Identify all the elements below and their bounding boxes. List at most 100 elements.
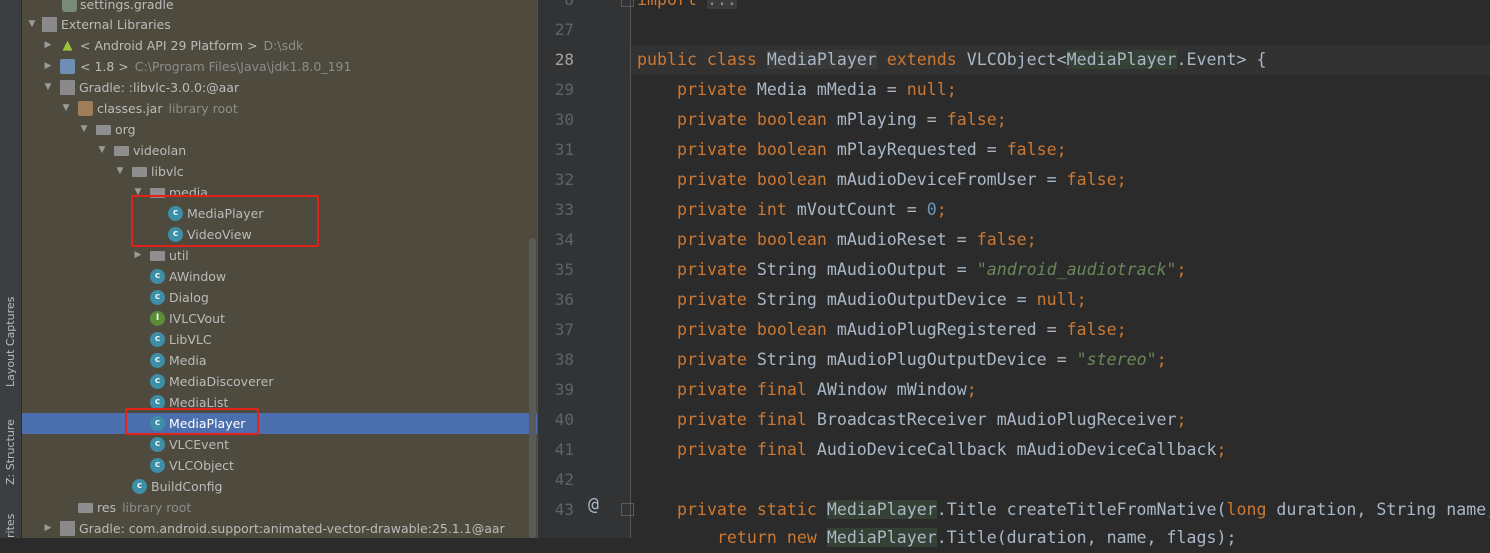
code-line-field[interactable]: private Media mMedia = null;	[637, 75, 957, 105]
package-icon	[96, 125, 111, 135]
line-number: 42	[554, 470, 574, 489]
chevron-down-icon[interactable]: ▼	[78, 119, 90, 140]
android-icon: ▲	[62, 38, 73, 53]
library-icon	[60, 521, 75, 536]
line-number: 34	[554, 230, 574, 249]
line-number: 8	[538, 0, 574, 15]
code-line-field[interactable]: private final BroadcastReceiver mAudioPl…	[637, 405, 1187, 435]
tree-row-videolan[interactable]: ▼ videolan	[22, 140, 537, 161]
code-line-class-decl[interactable]: public class MediaPlayer extends VLCObje…	[637, 45, 1266, 75]
line-number: 43	[554, 500, 574, 519]
code-line-field[interactable]: private boolean mAudioDeviceFromUser = f…	[637, 165, 1127, 195]
line-number: 38	[554, 350, 574, 369]
code-line-field[interactable]: private String mAudioOutputDevice = null…	[637, 285, 1087, 315]
tree-row-vlcevent[interactable]: c VLCEvent	[22, 434, 537, 455]
library-icon	[60, 80, 75, 95]
tree-row-android-api[interactable]: ▶ ▲ < Android API 29 Platform > D:\sdk	[22, 35, 537, 56]
tree-row-jdk[interactable]: ▶ < 1.8 > C:\Program Files\Java\jdk1.8.0_…	[22, 56, 537, 77]
structure-tab[interactable]: Z: Structure	[1, 405, 21, 485]
code-line-field[interactable]: private int mVoutCount = 0;	[637, 195, 947, 225]
tree-row-buildconfig[interactable]: c BuildConfig	[22, 476, 537, 497]
abstract-class-icon: c	[150, 290, 165, 305]
chevron-right-icon[interactable]: ▶	[42, 35, 54, 56]
class-icon: c	[150, 374, 165, 389]
line-number: 39	[554, 380, 574, 399]
code-line-field[interactable]: private String mAudioOutput = "android_a…	[637, 255, 1187, 285]
annotation-box-mediaplayer	[125, 408, 259, 435]
chevron-right-icon[interactable]: ▶	[42, 518, 54, 538]
jdk-folder-icon	[60, 59, 75, 74]
folded-region[interactable]: ...	[706, 0, 737, 9]
line-number: 41	[554, 440, 574, 459]
chevron-down-icon[interactable]: ▼	[26, 14, 38, 35]
gradle-file-icon	[62, 0, 77, 12]
chevron-down-icon[interactable]: ▼	[114, 161, 126, 182]
tree-row-medialist[interactable]: c MediaList	[22, 392, 537, 413]
code-line-field[interactable]: private final AWindow mWindow;	[637, 375, 977, 405]
tree-row-gradle-libvlc[interactable]: ▼ Gradle: :libvlc-3.0.0:@aar	[22, 77, 537, 98]
tree-row-vlcobject[interactable]: c VLCObject	[22, 455, 537, 476]
line-number: 40	[554, 410, 574, 429]
class-icon: c	[150, 437, 165, 452]
tree-row-org[interactable]: ▼ org	[22, 119, 537, 140]
code-line-field[interactable]: private boolean mAudioReset = false;	[637, 225, 1037, 255]
layout-captures-tab[interactable]: Layout Captures	[1, 282, 21, 387]
folder-icon	[78, 503, 93, 513]
class-icon: c	[150, 269, 165, 284]
line-number: 35	[554, 260, 574, 279]
line-number: 37	[554, 320, 574, 339]
tool-window-strip: Layout Captures Z: Structure rites	[0, 0, 22, 538]
tree-row-settings-gradle[interactable]: settings.gradle	[22, 0, 537, 15]
tree-row-mediaplayer-selected[interactable]: c MediaPlayer	[22, 413, 537, 434]
line-number: 31	[554, 140, 574, 159]
code-line-import[interactable]: import ...	[637, 0, 737, 15]
code-line-return[interactable]: return new MediaPlayer.Title(duration, n…	[637, 523, 1236, 553]
class-icon: c	[150, 332, 165, 347]
tree-row-libvlc[interactable]: ▼ libvlc	[22, 161, 537, 182]
fold-toggle-icon[interactable]	[621, 0, 634, 7]
project-tree: settings.gradle ▼ External Libraries ▶ ▲…	[22, 0, 537, 538]
chevron-down-icon[interactable]: ▼	[60, 98, 72, 119]
tree-row-dialog[interactable]: c Dialog	[22, 287, 537, 308]
chevron-right-icon[interactable]: ▶	[132, 245, 144, 266]
class-icon: c	[132, 479, 147, 494]
package-icon	[150, 251, 165, 261]
interface-icon: I	[150, 311, 165, 326]
line-number: 30	[554, 110, 574, 129]
code-line-field[interactable]: private boolean mPlaying = false;	[637, 105, 1007, 135]
tree-row-mediadiscoverer[interactable]: c MediaDiscoverer	[22, 371, 537, 392]
tree-row-res[interactable]: res library root	[22, 497, 537, 518]
code-line-field[interactable]: private boolean mPlayRequested = false;	[637, 135, 1067, 165]
tree-row-awindow[interactable]: c AWindow	[22, 266, 537, 287]
tree-row-media-class[interactable]: c Media	[22, 350, 537, 371]
tree-row-libvlc-class[interactable]: c LibVLC	[22, 329, 537, 350]
code-line-field[interactable]: private boolean mAudioPlugRegistered = f…	[637, 315, 1127, 345]
override-marker-icon[interactable]: @	[588, 494, 599, 515]
class-icon: c	[150, 353, 165, 368]
tree-row-util[interactable]: ▶ util	[22, 245, 537, 266]
package-icon	[114, 146, 129, 156]
fold-toggle-icon[interactable]	[621, 503, 634, 516]
tree-row-classes-jar[interactable]: ▼ classes.jar library root	[22, 98, 537, 119]
code-line-method[interactable]: private static MediaPlayer.Title createT…	[637, 495, 1490, 525]
chevron-right-icon[interactable]: ▶	[42, 56, 54, 77]
chevron-down-icon[interactable]: ▼	[42, 77, 54, 98]
tree-row-ivlcvout[interactable]: I IVLCVout	[22, 308, 537, 329]
tree-scrollbar[interactable]	[529, 238, 536, 538]
code-line-field[interactable]: private String mAudioPlugOutputDevice = …	[637, 345, 1167, 375]
favorites-tab[interactable]: rites	[1, 505, 21, 538]
line-number-current: 28	[554, 50, 574, 69]
tree-row-gradle-animated-vector[interactable]: ▶ Gradle: com.android.support:animated-v…	[22, 518, 537, 538]
annotation-box-media-classes	[131, 195, 319, 247]
tree-row-external-libraries[interactable]: ▼ External Libraries	[22, 14, 537, 35]
jar-icon	[78, 101, 93, 116]
chevron-down-icon[interactable]: ▼	[96, 140, 108, 161]
package-icon	[132, 167, 147, 177]
code-line-field[interactable]: private final AudioDeviceCallback mAudio…	[637, 435, 1227, 465]
line-number: 32	[554, 170, 574, 189]
line-number: 36	[554, 290, 574, 309]
line-number: 27	[554, 20, 574, 39]
line-number: 29	[554, 80, 574, 99]
library-icon	[42, 17, 57, 32]
line-number: 33	[554, 200, 574, 219]
